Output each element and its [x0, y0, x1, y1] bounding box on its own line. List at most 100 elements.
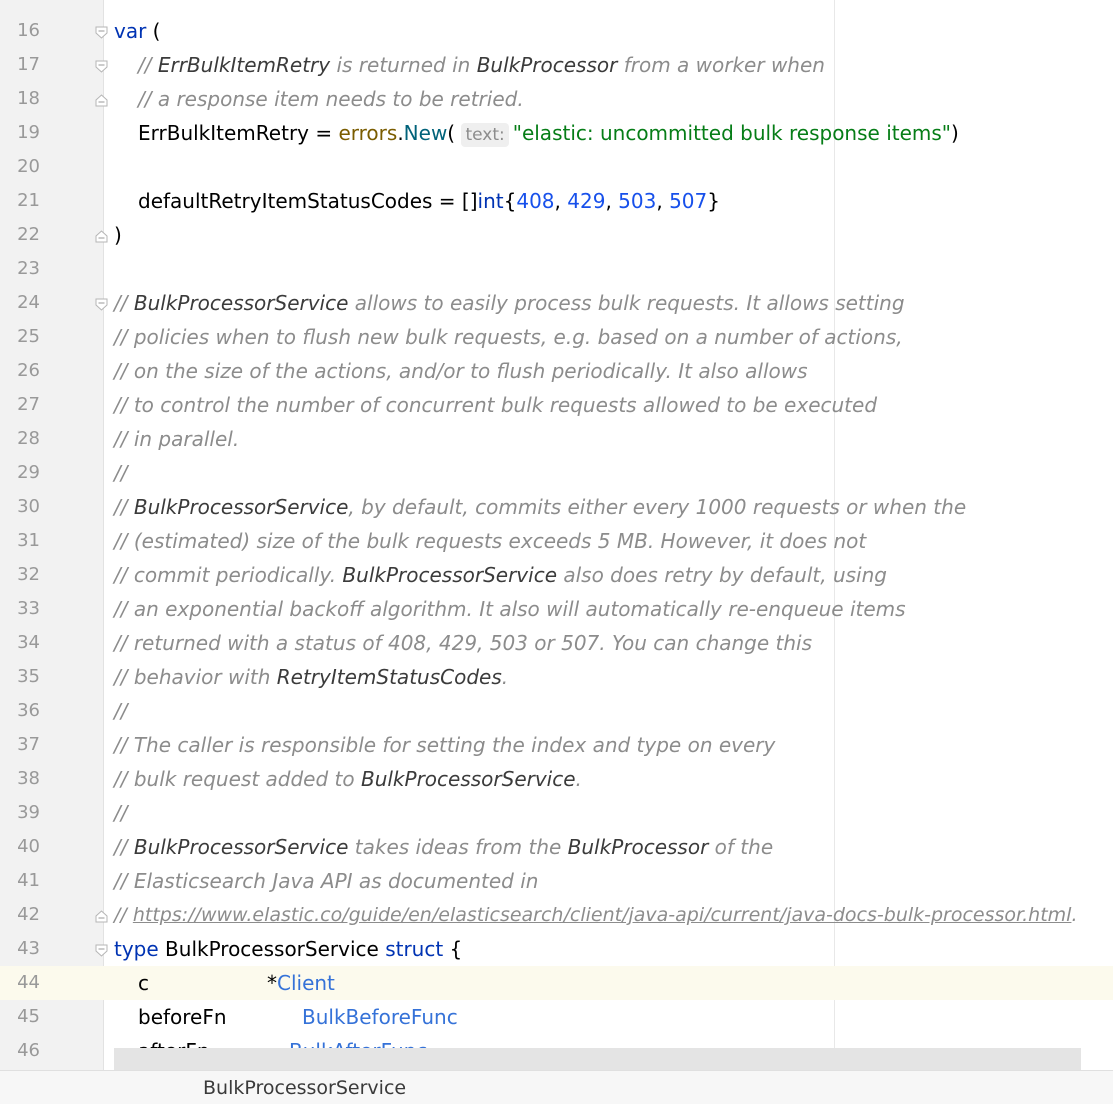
fold-close-icon[interactable]	[95, 908, 108, 923]
code-line[interactable]: 20	[0, 150, 1113, 184]
code-line[interactable]: 23	[0, 252, 1113, 286]
code-line[interactable]: 45 beforeFn BulkBeforeFunc	[0, 1000, 1113, 1034]
line-number: 19	[17, 122, 40, 143]
code-comment: // BulkProcessorService takes ideas from…	[114, 835, 774, 859]
line-number: 29	[17, 462, 40, 483]
code-comment: // behavior with RetryItemStatusCodes.	[114, 665, 509, 689]
code-comment: // Elasticsearch Java API as documented …	[114, 869, 539, 893]
line-number: 41	[17, 870, 40, 891]
code-line[interactable]: 24 // BulkProcessorService allows to eas…	[0, 286, 1113, 320]
code-text: )	[114, 223, 122, 247]
line-number: 39	[17, 802, 40, 823]
code-comment: // policies when to flush new bulk reque…	[114, 325, 903, 349]
code-comment: // (estimated) size of the bulk requests…	[114, 529, 867, 553]
line-number: 17	[17, 54, 40, 75]
line-number: 33	[17, 598, 40, 619]
line-number: 45	[17, 1006, 40, 1027]
code-text: beforeFn	[138, 1005, 227, 1029]
code-editor[interactable]: 16 var ( 17 // ErrBulkItemRetry is retur…	[0, 0, 1113, 1070]
line-number: 30	[17, 496, 40, 517]
fold-open-icon[interactable]	[95, 58, 108, 73]
code-comment: // https://www.elastic.co/guide/en/elast…	[114, 904, 1078, 926]
line-number: 22	[17, 224, 40, 245]
fold-open-icon[interactable]	[95, 296, 108, 311]
fold-close-icon[interactable]	[95, 228, 108, 243]
code-line[interactable]: 18 // a response item needs to be retrie…	[0, 82, 1113, 116]
line-number: 23	[17, 258, 40, 279]
line-number: 46	[17, 1040, 40, 1061]
code-line[interactable]: 36 //	[0, 694, 1113, 728]
code-text: type BulkProcessorService struct {	[114, 937, 463, 961]
code-line[interactable]: 26 // on the size of the actions, and/or…	[0, 354, 1113, 388]
code-line[interactable]: 38 // bulk request added to BulkProcesso…	[0, 762, 1113, 796]
line-number: 28	[17, 428, 40, 449]
breadcrumb-item[interactable]: BulkProcessorService	[203, 1071, 406, 1105]
code-line[interactable]: 40 // BulkProcessorService takes ideas f…	[0, 830, 1113, 864]
line-number: 26	[17, 360, 40, 381]
code-line[interactable]: 16 var (	[0, 14, 1113, 48]
code-text: ErrBulkItemRetry = errors.New( text: "ela…	[138, 121, 959, 147]
code-text: var (	[114, 19, 161, 43]
code-line-current[interactable]: 44 c *Client	[0, 966, 1113, 1000]
horizontal-scrollbar[interactable]	[114, 1048, 1081, 1070]
code-line[interactable]: 31 // (estimated) size of the bulk reque…	[0, 524, 1113, 558]
line-number: 21	[17, 190, 40, 211]
line-number: 25	[17, 326, 40, 347]
code-comment: // bulk request added to BulkProcessorSe…	[114, 767, 582, 791]
breadcrumb[interactable]: BulkProcessorService	[0, 1070, 1113, 1104]
doc-link[interactable]: https://www.elastic.co/guide/en/elastics…	[133, 904, 1072, 926]
code-line[interactable]: 28 // in parallel.	[0, 422, 1113, 456]
code-line[interactable]: 17 // ErrBulkItemRetry is returned in Bu…	[0, 48, 1113, 82]
code-line[interactable]: 41 // Elasticsearch Java API as document…	[0, 864, 1113, 898]
line-number: 16	[17, 20, 40, 41]
code-line[interactable]: 33 // an exponential backoff algorithm. …	[0, 592, 1113, 626]
code-text: c	[138, 971, 149, 995]
code-comment: // ErrBulkItemRetry is returned in BulkP…	[138, 53, 825, 77]
fold-open-icon[interactable]	[95, 24, 108, 39]
code-comment: // on the size of the actions, and/or to…	[114, 359, 808, 383]
code-line[interactable]: 29 //	[0, 456, 1113, 490]
code-line[interactable]: 37 // The caller is responsible for sett…	[0, 728, 1113, 762]
code-comment: // an exponential backoff algorithm. It …	[114, 597, 906, 621]
code-line[interactable]: 27 // to control the number of concurren…	[0, 388, 1113, 422]
code-line[interactable]: 30 // BulkProcessorService, by default, …	[0, 490, 1113, 524]
code-text: *Client	[267, 971, 335, 995]
code-text: defaultRetryItemStatusCodes = []int{408,…	[138, 189, 720, 213]
line-number: 34	[17, 632, 40, 653]
code-line[interactable]: 39 //	[0, 796, 1113, 830]
code-line[interactable]: 21 defaultRetryItemStatusCodes = []int{4…	[0, 184, 1113, 218]
code-comment: // commit periodically. BulkProcessorSer…	[114, 563, 887, 587]
code-line[interactable]: 25 // policies when to flush new bulk re…	[0, 320, 1113, 354]
code-line[interactable]: 19 ErrBulkItemRetry = errors.New( text: "…	[0, 116, 1113, 150]
line-number: 42	[17, 904, 40, 925]
fold-open-icon[interactable]	[95, 942, 108, 957]
code-comment: // The caller is responsible for setting…	[114, 733, 776, 757]
fold-close-icon[interactable]	[95, 92, 108, 107]
code-comment: // BulkProcessorService allows to easily…	[114, 291, 905, 315]
code-text: BulkBeforeFunc	[302, 1005, 458, 1029]
line-number: 31	[17, 530, 40, 551]
line-number: 20	[17, 156, 40, 177]
code-comment: //	[114, 699, 128, 723]
parameter-hint: text:	[461, 123, 509, 147]
code-comment: // BulkProcessorService, by default, com…	[114, 495, 967, 519]
line-number: 43	[17, 938, 40, 959]
line-number: 24	[17, 292, 40, 313]
code-line[interactable]: 35 // behavior with RetryItemStatusCodes…	[0, 660, 1113, 694]
line-number: 37	[17, 734, 40, 755]
line-number: 40	[17, 836, 40, 857]
line-number: 38	[17, 768, 40, 789]
line-number: 18	[17, 88, 40, 109]
line-number: 35	[17, 666, 40, 687]
code-comment: //	[114, 801, 128, 825]
code-comment: //	[114, 461, 128, 485]
line-number: 36	[17, 700, 40, 721]
code-line[interactable]: 22 )	[0, 218, 1113, 252]
code-line[interactable]: 34 // returned with a status of 408, 429…	[0, 626, 1113, 660]
line-number: 44	[0, 966, 40, 1000]
code-line[interactable]: 42 // https://www.elastic.co/guide/en/el…	[0, 898, 1113, 932]
code-line[interactable]: 43 type BulkProcessorService struct {	[0, 932, 1113, 966]
code-comment: // in parallel.	[114, 427, 240, 451]
code-comment: // a response item needs to be retried.	[138, 87, 524, 111]
code-line[interactable]: 32 // commit periodically. BulkProcessor…	[0, 558, 1113, 592]
